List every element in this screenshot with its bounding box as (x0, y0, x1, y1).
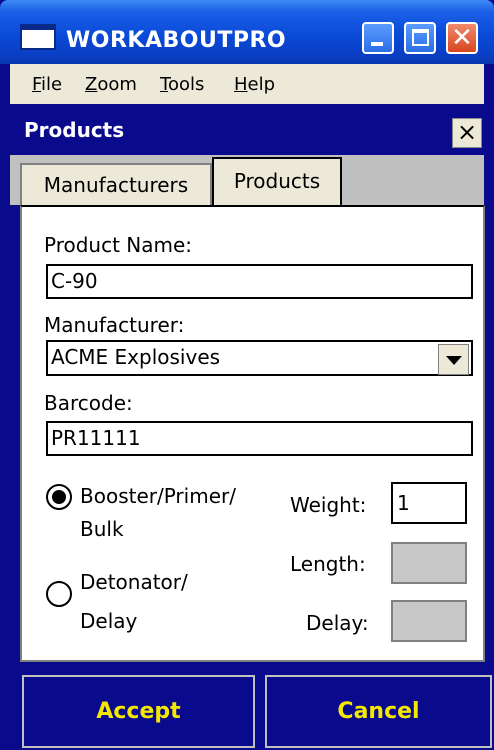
form-header: Products × (10, 104, 484, 155)
tab-products[interactable]: Products (212, 157, 342, 207)
barcode-input[interactable]: PR11111 (46, 421, 473, 456)
radio-detonator-label-line2: Delay (80, 609, 138, 633)
radio-detonator-label-line1: Detonator/ (80, 570, 188, 594)
form-title: Products (24, 118, 125, 142)
radio-booster-circle[interactable] (46, 484, 72, 510)
menu-zoom[interactable]: Zoom (85, 74, 137, 95)
window-title-bar[interactable]: WORKABOUTPRO ✕ (0, 0, 494, 64)
length-label: Length: (290, 552, 366, 576)
menu-tools[interactable]: Tools (160, 74, 204, 95)
window-close-button[interactable]: ✕ (446, 22, 478, 54)
tab-manufacturers[interactable]: Manufacturers (20, 163, 212, 205)
manufacturer-select[interactable]: ACME Explosives (46, 340, 473, 376)
window-title: WORKABOUTPRO (66, 28, 287, 53)
accept-button[interactable]: Accept (22, 675, 255, 748)
product-name-input[interactable]: C-90 (46, 264, 473, 299)
radio-booster-label-line2: Bulk (80, 517, 124, 541)
product-name-label: Product Name: (44, 233, 193, 257)
manufacturer-label: Manufacturer: (44, 313, 185, 337)
delay-input[interactable] (391, 600, 467, 642)
app-window-icon (20, 24, 56, 50)
menu-file[interactable]: File (32, 74, 62, 95)
minimize-button[interactable] (362, 22, 394, 54)
radio-booster-label-line1: Booster/Primer/ (80, 484, 236, 508)
products-form-panel: Product Name: C-90 Manufacturer: ACME Ex… (20, 205, 485, 662)
radio-detonator-circle[interactable] (46, 581, 72, 607)
weight-label: Weight: (290, 493, 367, 517)
close-icon: ✕ (451, 23, 473, 53)
length-input[interactable] (391, 542, 467, 584)
delay-label: Delay: (306, 611, 369, 635)
cancel-button[interactable]: Cancel (265, 675, 492, 748)
menu-bar: File Zoom Tools Help (10, 64, 484, 104)
manufacturer-selected-value: ACME Explosives (51, 345, 221, 369)
minimize-icon (371, 42, 383, 46)
maximize-icon (412, 29, 429, 46)
weight-input[interactable]: 1 (391, 482, 467, 524)
barcode-label: Barcode: (44, 391, 133, 415)
menu-help[interactable]: Help (234, 74, 275, 95)
dropdown-arrow-icon[interactable] (438, 344, 469, 375)
form-close-button[interactable]: × (452, 118, 482, 148)
maximize-button[interactable] (404, 22, 436, 54)
